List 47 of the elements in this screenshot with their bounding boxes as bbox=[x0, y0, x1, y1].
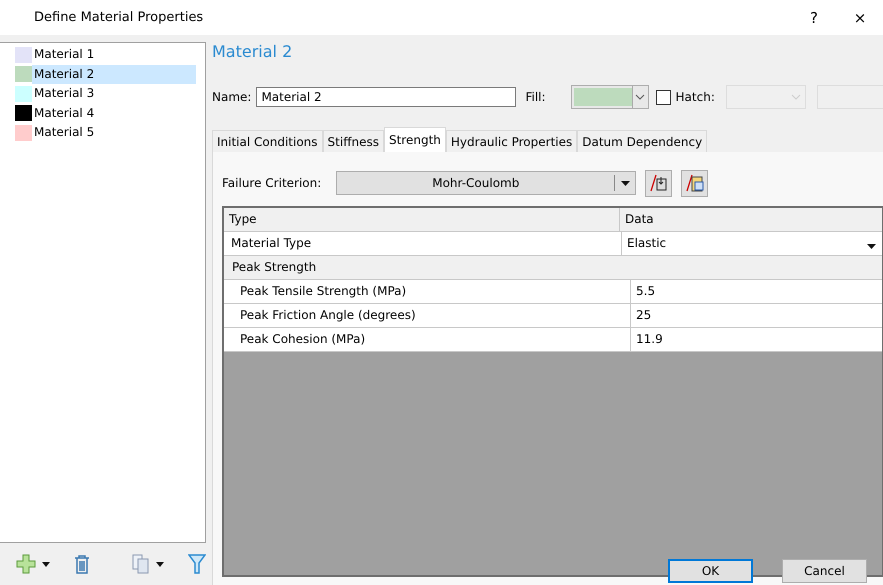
window-title: Define Material Properties bbox=[34, 10, 204, 25]
help-button[interactable]: ? bbox=[791, 0, 837, 35]
tab[interactable]: Stiffness bbox=[322, 130, 384, 152]
table-cell[interactable]: 11.9 bbox=[631, 328, 882, 351]
table-cell: Peak Tensile Strength (MPa) bbox=[224, 280, 631, 303]
fill-label: Fill: bbox=[525, 90, 546, 104]
hatch-label: Hatch: bbox=[676, 90, 715, 104]
caret-icon bbox=[866, 244, 876, 249]
caret-icon[interactable] bbox=[42, 562, 50, 566]
dropdown-cell[interactable]: Elastic bbox=[622, 232, 882, 255]
clipboard-icon bbox=[686, 174, 704, 192]
import-button[interactable] bbox=[645, 170, 672, 196]
tab[interactable]: Strength bbox=[384, 127, 446, 152]
copy-icon[interactable] bbox=[132, 554, 150, 574]
table-cell: Material Type bbox=[224, 232, 622, 255]
failure-criterion-dropdown[interactable]: Mohr-Coulomb bbox=[336, 171, 636, 195]
trash-icon[interactable] bbox=[74, 554, 90, 574]
tab[interactable]: Hydraulic Properties bbox=[446, 130, 578, 152]
group-cell-text: Peak Strength bbox=[231, 259, 316, 276]
material-item[interactable]: Material 5 bbox=[32, 123, 196, 142]
add-icon[interactable] bbox=[16, 554, 36, 574]
table-cell: Peak Friction Angle (degrees) bbox=[224, 304, 631, 327]
table-cell: Peak Cohesion (MPa) bbox=[224, 328, 631, 351]
chevron-icon bbox=[790, 94, 801, 100]
hatch-checkbox[interactable] bbox=[656, 90, 671, 104]
cancel-button[interactable]: Cancel bbox=[782, 559, 867, 583]
material-item[interactable]: Material 4 bbox=[32, 104, 196, 123]
ok-button[interactable]: OK bbox=[668, 559, 753, 583]
material-item[interactable]: Material 1 bbox=[32, 45, 196, 64]
column-header: Data bbox=[624, 211, 655, 228]
tab[interactable]: Initial Conditions bbox=[212, 130, 323, 152]
material-item[interactable]: Material 3 bbox=[32, 84, 196, 104]
chevron-icon bbox=[635, 94, 646, 100]
failure-criterion-label: Failure Criterion: bbox=[222, 176, 322, 190]
export-button[interactable] bbox=[681, 170, 708, 196]
filter-icon[interactable] bbox=[188, 554, 206, 574]
column-header: Type bbox=[224, 208, 620, 231]
close-button[interactable]: × bbox=[837, 0, 883, 35]
table-cell[interactable]: 25 bbox=[631, 304, 882, 327]
material-heading: Material 2 bbox=[212, 42, 294, 63]
caret-icon[interactable] bbox=[156, 562, 164, 566]
material-item[interactable]: Material 2 bbox=[32, 64, 196, 84]
tab[interactable]: Datum Dependency bbox=[577, 130, 708, 152]
table-cell[interactable]: 5.5 bbox=[631, 280, 882, 303]
name-label: Name: bbox=[212, 90, 252, 104]
name-field[interactable]: Material 2 bbox=[256, 87, 516, 107]
caret-icon bbox=[620, 180, 630, 186]
